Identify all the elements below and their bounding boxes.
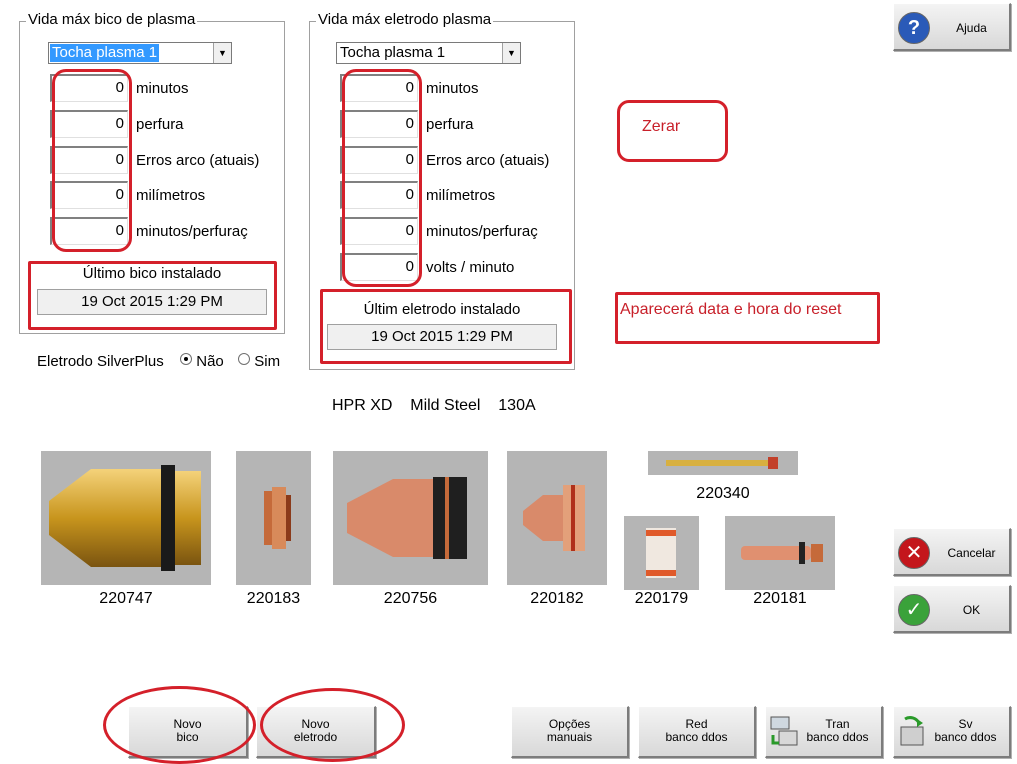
nozzle-icon [523, 485, 585, 551]
nozzle-minutes-label: minutos [136, 80, 189, 97]
retaining-cap-icon [347, 477, 467, 559]
part-number-220340: 220340 [696, 485, 750, 502]
part-number-220183: 220183 [246, 590, 301, 607]
swirl-ring-icon [646, 528, 676, 578]
help-button[interactable]: ? Ajuda [893, 3, 1011, 51]
part-image-220340 [648, 451, 798, 475]
silverplus-label: Eletrodo SilverPlus [37, 353, 164, 370]
annotation-new-nozzle-circle [103, 686, 256, 764]
process-info: HPR XD Mild Steel 130A [332, 397, 536, 414]
help-icon: ? [898, 12, 930, 44]
electrode-torch-select[interactable]: Tocha plasma 1 ▼ [336, 42, 521, 64]
ok-button-label: OK [962, 603, 981, 617]
part-image-220181 [725, 516, 835, 590]
electrode-mm-label: milímetros [426, 187, 496, 204]
transfer-database-line2: banco ddos [806, 730, 869, 744]
silverplus-yes-radio[interactable] [238, 353, 251, 365]
part-number-220179: 220179 [634, 590, 689, 607]
annotation-reset-date-text: Aparecerá data e hora do reset [620, 301, 842, 318]
part-image-220182 [507, 451, 607, 585]
part-number-220182: 220182 [530, 590, 584, 607]
electrode-volts-per-min-label: volts / minuto [426, 259, 515, 276]
silverplus-yes-label[interactable]: Sim [254, 353, 280, 370]
nozzle-mm-label: milímetros [136, 187, 206, 204]
silverplus-no-radio[interactable] [180, 353, 193, 365]
transfer-database-button[interactable]: Tran banco ddos [765, 706, 883, 758]
annotation-electrode-date-highlight [320, 289, 572, 364]
part-image-220183 [236, 451, 311, 585]
close-icon: ✕ [898, 537, 930, 569]
silverplus-no-label[interactable]: Não [196, 353, 224, 370]
shield-cap-icon [49, 465, 201, 571]
electrode-torch-value: Tocha plasma 1 [340, 44, 446, 61]
part-image-220747 [41, 451, 211, 585]
shield-icon [264, 487, 291, 549]
red-database-button[interactable]: Red banco ddos [638, 706, 756, 758]
water-tube-icon [666, 457, 778, 469]
nozzle-arc-errors-label: Erros arco (atuais) [136, 152, 260, 169]
electrode-arc-errors-label: Erros arco (atuais) [426, 152, 550, 169]
part-number-220756: 220756 [383, 590, 438, 607]
nozzle-life-title: Vida máx bico de plasma [26, 11, 198, 28]
part-number-220747: 220747 [99, 590, 153, 607]
annotation-nozzle-fields-highlight [52, 69, 132, 252]
part-image-220756 [333, 451, 488, 585]
nozzle-min-per-pierce-label: minutos/perfuraç [136, 223, 248, 240]
electrode-minutes-label: minutos [426, 80, 479, 97]
annotation-reset-text: Zerar [642, 118, 681, 135]
save-database-line2: banco ddos [934, 730, 997, 744]
check-icon: ✓ [898, 594, 930, 626]
red-database-line2: banco ddos [665, 730, 728, 744]
nozzle-torch-select[interactable]: Tocha plasma 1 ▼ [48, 42, 232, 64]
nozzle-pierce-label: perfura [136, 116, 184, 133]
cancel-button-label: Cancelar [947, 546, 996, 560]
electrode-pierce-label: perfura [426, 116, 474, 133]
chevron-down-icon[interactable]: ▼ [213, 43, 231, 63]
cancel-button[interactable]: ✕ Cancelar [893, 528, 1011, 576]
ok-button[interactable]: ✓ OK [893, 585, 1011, 633]
save-database-button[interactable]: Sv banco ddos [893, 706, 1011, 758]
electrode-min-per-pierce-label: minutos/perfuraç [426, 223, 538, 240]
manual-options-line2: manuais [546, 730, 593, 744]
annotation-electrode-fields-highlight [342, 69, 422, 287]
annotation-new-electrode-circle [260, 688, 405, 762]
electrode-icon [741, 542, 823, 564]
part-image-220179 [624, 516, 699, 590]
electrode-life-title: Vida máx eletrodo plasma [316, 11, 494, 28]
annotation-nozzle-date-highlight [28, 261, 277, 330]
manual-options-button[interactable]: Opções manuais [511, 706, 629, 758]
nozzle-torch-value: Tocha plasma 1 [50, 44, 160, 62]
silverplus-row: Eletrodo SilverPlus Não Sim [37, 353, 280, 370]
chevron-down-icon[interactable]: ▼ [502, 43, 520, 63]
help-button-label: Ajuda [956, 21, 987, 35]
part-number-220181: 220181 [753, 590, 807, 607]
